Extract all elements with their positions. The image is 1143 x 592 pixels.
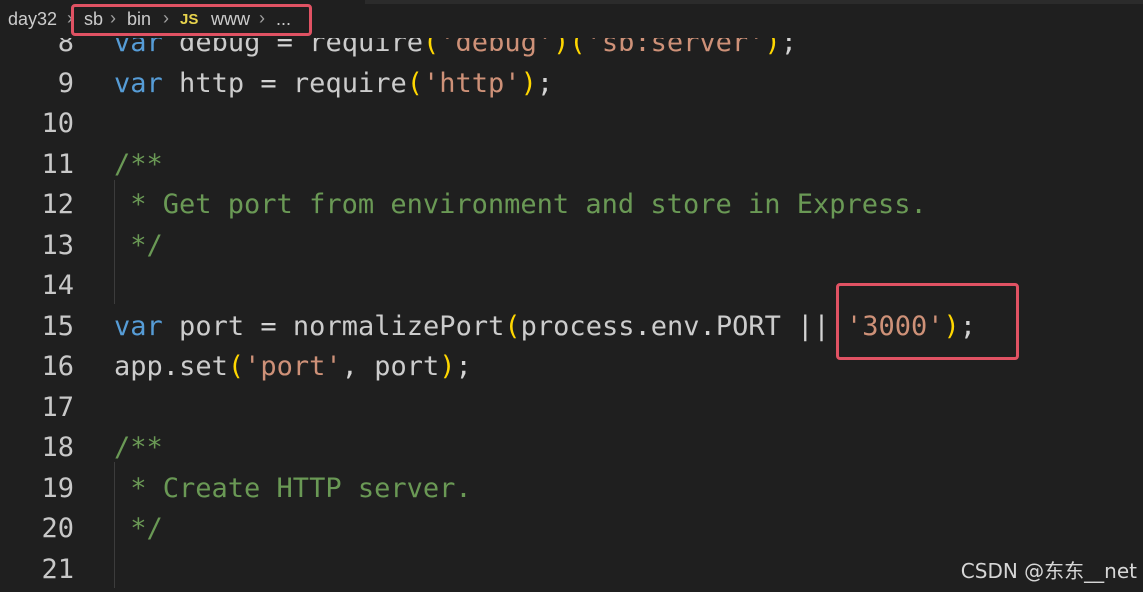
line-number: 17 <box>41 392 74 423</box>
code-line[interactable]: 10 <box>0 104 1143 144</box>
code-token: var <box>114 311 163 342</box>
code-line[interactable]: 19 * Create HTTP server. <box>0 469 1143 509</box>
code-token: port = normalizePort(process.env.PORT || <box>179 311 830 342</box>
line-number: 19 <box>41 473 74 504</box>
javascript-file-icon: JS <box>180 11 199 28</box>
code-line[interactable]: 9 var http = require('http'); <box>0 64 1143 104</box>
code-line[interactable]: 14 <box>0 266 1143 306</box>
code-token: 'port' <box>244 351 342 382</box>
chevron-right-icon: › <box>67 8 73 28</box>
line-number: 16 <box>41 351 74 382</box>
line-number: 13 <box>41 230 74 261</box>
chevron-right-icon: › <box>259 8 265 28</box>
code-token: * Get port from environment and store in… <box>114 189 927 220</box>
code-token: /** <box>114 432 163 463</box>
code-line[interactable]: 11 /** <box>0 145 1143 185</box>
code-text: */ <box>114 226 163 266</box>
code-token: /** <box>114 149 163 180</box>
code-token: * Create HTTP server. <box>114 473 472 504</box>
chevron-right-icon: › <box>110 8 116 28</box>
breadcrumb-item-file[interactable]: www <box>211 9 250 30</box>
code-text: */ <box>114 509 163 549</box>
code-token: */ <box>114 513 163 544</box>
code-line[interactable]: 20 */ <box>0 509 1143 549</box>
code-text: var port = normalizePort(process.env.POR… <box>114 307 976 347</box>
code-token: app.set( <box>114 351 245 382</box>
code-text: var http = require('http'); <box>114 64 553 104</box>
code-token: 'http' <box>423 68 521 99</box>
breadcrumb: day32 › sb › bin › JS www › ... <box>0 0 1143 38</box>
line-number: 9 <box>57 68 74 99</box>
code-token: var <box>114 68 163 99</box>
chevron-right-icon: › <box>163 8 169 28</box>
line-number: 11 <box>41 149 74 180</box>
line-number: 14 <box>41 270 74 301</box>
watermark: CSDN @东东__net <box>960 559 1137 583</box>
line-number: 18 <box>41 432 74 463</box>
code-token: , port); <box>341 351 472 382</box>
code-line[interactable]: 15 var port = normalizePort(process.env.P… <box>0 307 1143 347</box>
breadcrumb-more[interactable]: ... <box>276 9 291 30</box>
code-line[interactable]: 16 app.set('port', port); <box>0 347 1143 387</box>
code-line[interactable]: 12 * Get port from environment and store… <box>0 185 1143 225</box>
code-text: app.set('port', port); <box>114 347 472 387</box>
code-token: */ <box>114 230 163 261</box>
code-token: '3000' <box>845 311 944 342</box>
code-line[interactable]: 13 */ <box>0 226 1143 266</box>
code-editor[interactable]: 8 var debug = require('debug')('sb:server… <box>0 0 1143 592</box>
tab-strip-edge <box>365 0 1143 4</box>
breadcrumb-item-sb[interactable]: sb <box>84 9 103 30</box>
line-number: 21 <box>41 554 74 585</box>
line-number: 12 <box>41 189 74 220</box>
code-text: * Get port from environment and store in… <box>114 185 927 225</box>
code-line[interactable]: 17 <box>0 388 1143 428</box>
breadcrumb-root[interactable]: day32 <box>8 9 57 30</box>
code-text: /** <box>114 145 163 185</box>
code-token: ); <box>520 68 554 99</box>
code-token: http = require( <box>179 68 424 99</box>
code-token: ); <box>943 311 977 342</box>
code-text: /** <box>114 428 163 468</box>
line-number: 20 <box>41 513 74 544</box>
breadcrumb-item-bin[interactable]: bin <box>127 9 151 30</box>
code-line[interactable]: 18 /** <box>0 428 1143 468</box>
code-text: * Create HTTP server. <box>114 469 472 509</box>
line-number: 10 <box>41 108 74 139</box>
line-number: 15 <box>41 311 74 342</box>
